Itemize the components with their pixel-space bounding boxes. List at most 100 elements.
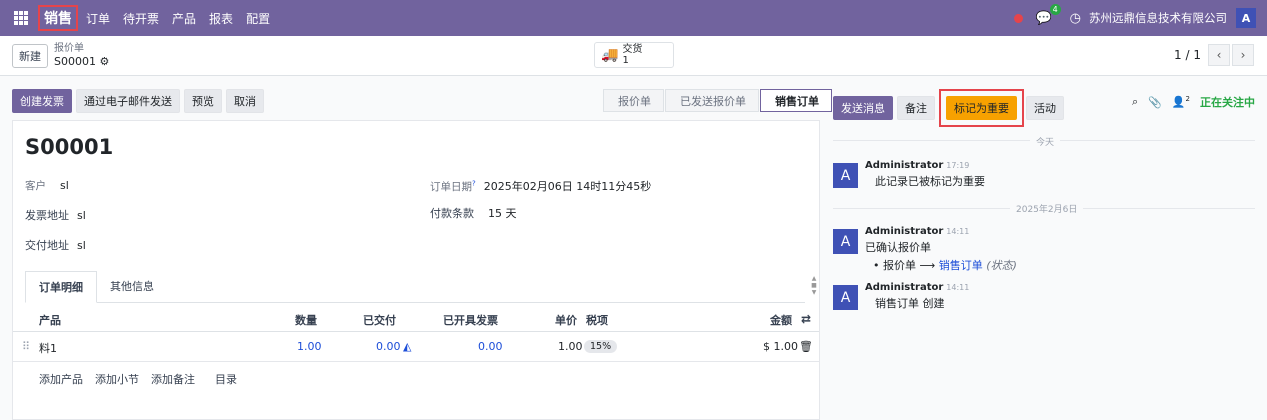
avatar[interactable]: A [833,229,858,254]
invoice-address-value[interactable]: sl [77,209,86,222]
line-invoiced[interactable]: 0.00 [478,340,503,353]
col-product[interactable]: 产品 [39,312,61,328]
customer-label: 客户 [25,180,46,192]
following-button[interactable]: 正在关注中 [1200,94,1255,110]
tax-badge[interactable]: 15% [584,340,618,353]
line-unit-price[interactable]: 1.00 [558,340,583,353]
notebook-tabs: 订单明细 其他信息 [25,271,805,303]
delivery-count: 1 [622,55,629,66]
gear-icon[interactable]: ⚙ [99,55,109,68]
status-sales-order[interactable]: 销售订单 [760,89,832,112]
drag-handle-icon[interactable]: ⠿ [22,340,30,353]
status-quotation[interactable]: 报价单 [603,89,664,112]
activity-button[interactable]: 活动 [1026,96,1064,120]
forecast-chart-icon[interactable]: ◭ [403,340,411,353]
arrow-right-icon: ⟶ [919,259,936,272]
line-delivered[interactable]: 0.00 [376,340,401,353]
user-avatar[interactable]: A [1236,8,1256,28]
menu-item-reporting[interactable]: 报表 [209,10,233,27]
company-switcher[interactable]: 苏州远鼎信息技术有限公司 [1089,10,1227,26]
followers-icon[interactable]: 👤2 [1172,95,1190,109]
form-action-bar: 创建发票 通过电子邮件发送 预览 取消 [12,89,268,113]
payment-terms-label: 付款条款 [430,207,474,220]
avatar[interactable]: A [833,163,858,188]
table-row[interactable]: ⠿ 料1 1.00 0.00 ◭ 0.00 1.00 15% $ 1.00 🗑 [13,332,819,362]
status-quotation-sent[interactable]: 已发送报价单 [665,89,759,112]
breadcrumb-current: S00001 [54,55,96,68]
pager-value[interactable]: 1 / 1 [1174,48,1201,62]
main-menu: 订单 待开票 产品 报表 配置 [86,10,283,27]
debug-status-icon[interactable] [1014,13,1024,23]
col-delivered[interactable]: 已交付 [363,312,396,328]
order-lines-header: 产品 数量 已交付 已开具发票 单价 税项 金额 ⇄ [13,309,819,332]
add-section-link[interactable]: 添加小节 [95,371,139,387]
messaging-icon[interactable]: 💬 4 [1035,3,1061,26]
line-product[interactable]: 料1 [39,340,57,356]
add-line-links: 添加产品 添加小节 添加备注 目录 [39,371,249,387]
add-note-link[interactable]: 添加备注 [151,371,195,387]
send-by-email-button[interactable]: 通过电子邮件发送 [76,89,180,113]
message-body: 此记录已被标记为重要 [875,175,985,188]
send-message-button[interactable]: 发送消息 [833,96,893,120]
line-amount: $ 1.00 [763,340,798,353]
control-panel: 新建 报价单 S00001 ⚙ 🚚 交货 1 1 / 1 ‹ › [0,36,1267,76]
top-navbar: 销售 订单 待开票 产品 报表 配置 💬 4 ◷ 苏州远鼎信息技术有限公司 A [0,0,1267,36]
delete-line-icon[interactable]: 🗑 [799,340,813,353]
customer-field: 客户 sl [25,178,69,193]
breadcrumb: 报价单 S00001 ⚙ [54,42,109,68]
message-time: 17:19 [946,161,970,170]
delivery-address-value[interactable]: sl [77,239,86,252]
col-amount[interactable]: 金额 [770,312,792,328]
cancel-button[interactable]: 取消 [226,89,264,113]
menu-item-orders[interactable]: 订单 [86,10,110,27]
preview-button[interactable]: 预览 [184,89,222,113]
message-author[interactable]: Administrator [865,160,943,171]
delivery-address-label: 交付地址 [25,239,69,252]
invoice-address-label: 发票地址 [25,209,69,222]
create-invoice-button[interactable]: 创建发票 [12,89,72,113]
menu-item-to-invoice[interactable]: 待开票 [123,10,159,27]
optional-columns-icon[interactable]: ⇄ [801,312,811,326]
message-author[interactable]: Administrator [865,226,943,237]
activity-clock-icon[interactable]: ◷ [1070,11,1081,26]
tracking-change: • 报价单 ⟶ 销售订单 (状态) [873,259,1017,272]
mark-important-button[interactable]: 标记为重要 [946,96,1017,120]
highlight-box: 标记为重要 [939,89,1024,127]
pager-next-icon[interactable]: › [1232,44,1254,66]
apps-menu-icon[interactable] [14,11,28,25]
order-date-value[interactable]: 2025年02月06日 14时11分45秒 [484,180,651,193]
record-title: S00001 [25,135,114,159]
message-body: 已确认报价单 [865,241,931,254]
tab-order-lines[interactable]: 订单明细 [25,271,97,303]
breadcrumb-parent[interactable]: 报价单 [54,42,109,55]
tab-other-info[interactable]: 其他信息 [97,271,167,302]
col-invoiced[interactable]: 已开具发票 [443,312,498,328]
col-unit-price[interactable]: 单价 [555,312,577,328]
message-time: 14:11 [946,283,970,292]
menu-item-configuration[interactable]: 配置 [246,10,270,27]
avatar[interactable]: A [833,285,858,310]
log-note-button[interactable]: 备注 [897,96,935,120]
invoice-address-field: 发票地址 sl [25,207,86,223]
col-quantity[interactable]: 数量 [295,312,317,328]
new-button[interactable]: 新建 [12,44,48,68]
col-taxes[interactable]: 税项 [586,312,608,328]
add-product-link[interactable]: 添加产品 [39,371,83,387]
scrollbar[interactable]: ▲ ■ ▼ [810,275,818,300]
menu-item-products[interactable]: 产品 [172,10,196,27]
customer-value[interactable]: sl [60,179,69,192]
pager-prev-icon[interactable]: ‹ [1208,44,1230,66]
message-author[interactable]: Administrator [865,282,943,293]
app-brand[interactable]: 销售 [38,5,78,31]
paperclip-icon[interactable]: 📎 [1148,96,1162,109]
search-icon[interactable]: ⌕ [1132,95,1138,109]
chatter-tools: ⌕ 📎 👤2 正在关注中 [1122,94,1255,110]
payment-terms-value[interactable]: 15 天 [488,207,517,220]
form-sheet: S00001 客户 sl 发票地址 sl 交付地址 sl 订单日期? 2025年02月0… [12,120,820,420]
help-tooltip-icon[interactable]: ? [472,179,476,187]
truck-icon: 🚚 [601,46,619,63]
payment-terms-field: 付款条款 15 天 [430,205,517,221]
delivery-smart-button[interactable]: 🚚 交货 1 [594,42,674,68]
line-quantity[interactable]: 1.00 [297,340,322,353]
catalog-link[interactable]: 目录 [215,371,237,387]
